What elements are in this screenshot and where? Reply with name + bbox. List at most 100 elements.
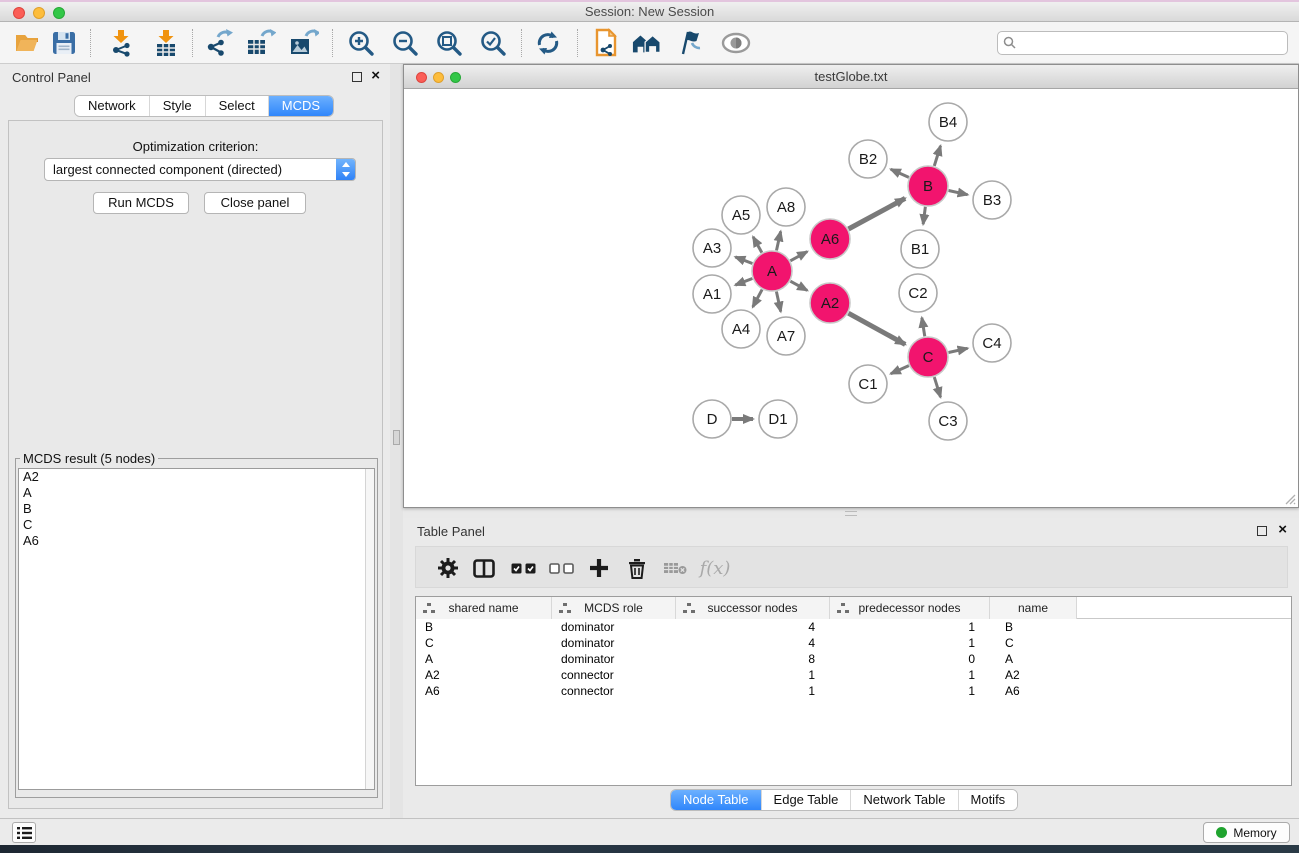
float-panel-icon[interactable] <box>352 72 362 82</box>
table-close-panel-icon[interactable]: × <box>1278 524 1287 536</box>
graph-edge-A-A1[interactable] <box>735 279 752 286</box>
column-header-shared-name[interactable]: shared name <box>416 597 552 619</box>
column-header-mcds-role[interactable]: MCDS role <box>552 597 676 619</box>
hierarchy-icon <box>837 603 849 613</box>
save-session-icon[interactable] <box>49 28 79 58</box>
graph-node-label-C1: C1 <box>858 376 877 393</box>
close-panel-icon[interactable]: × <box>371 70 380 82</box>
result-list-scrollbar[interactable] <box>365 469 374 789</box>
tab-network[interactable]: Network <box>75 96 150 116</box>
close-panel-button[interactable]: Close panel <box>204 192 306 214</box>
deselect-all-icon[interactable] <box>546 555 576 581</box>
delete-column-icon[interactable] <box>622 555 652 581</box>
zoom-selected-icon[interactable] <box>478 28 508 58</box>
table-tabs: Node TableEdge TableNetwork TableMotifs <box>670 789 1018 811</box>
close-window-button[interactable] <box>13 7 25 19</box>
copy-network-icon[interactable] <box>592 28 622 58</box>
export-image-icon[interactable] <box>289 28 319 58</box>
zoom-fit-icon[interactable] <box>434 28 464 58</box>
zoom-in-icon[interactable] <box>346 28 376 58</box>
settings-gear-icon[interactable] <box>433 555 463 581</box>
tab-mcds[interactable]: MCDS <box>269 96 333 116</box>
refresh-icon[interactable] <box>533 28 563 58</box>
run-mcds-button[interactable]: Run MCDS <box>93 192 189 214</box>
panel-divider[interactable] <box>390 64 403 818</box>
graph-edge-A2-C[interactable] <box>848 313 905 344</box>
horizontal-splitter-handle[interactable] <box>845 511 857 516</box>
column-header-predecessor-nodes[interactable]: predecessor nodes <box>830 597 990 619</box>
mcds-result-title: MCDS result (5 nodes) <box>20 451 158 466</box>
style-brush-icon[interactable] <box>676 28 706 58</box>
function-builder-icon[interactable]: f(x) <box>694 555 736 581</box>
tab-style[interactable]: Style <box>150 96 206 116</box>
table-row[interactable]: Cdominator41C <box>416 635 1291 651</box>
graph-node-label-A8: A8 <box>777 199 795 216</box>
table-float-panel-icon[interactable] <box>1257 526 1267 536</box>
tab-node-table[interactable]: Node Table <box>671 790 762 810</box>
select-all-icon[interactable] <box>508 555 538 581</box>
column-header-name[interactable]: name <box>990 597 1077 619</box>
graph-edge-C-C2[interactable] <box>922 318 925 337</box>
toolbar-separator <box>192 29 193 57</box>
graph-edge-A-A8[interactable] <box>776 231 780 250</box>
graph-edge-A6-B[interactable] <box>848 198 905 229</box>
export-table-icon[interactable] <box>246 28 276 58</box>
graph-edge-A-A3[interactable] <box>735 257 752 264</box>
graph-node-label-A1: A1 <box>703 286 721 303</box>
tab-motifs[interactable]: Motifs <box>959 790 1018 810</box>
memory-button[interactable]: Memory <box>1203 822 1290 843</box>
task-history-button[interactable] <box>12 822 36 843</box>
import-table-icon[interactable] <box>151 28 181 58</box>
network-close-button[interactable] <box>416 72 427 83</box>
mcds-result-item[interactable]: A6 <box>19 533 374 549</box>
delete-table-icon[interactable] <box>660 555 690 581</box>
minimize-window-button[interactable] <box>33 7 45 19</box>
table-cell: 1 <box>830 635 990 651</box>
window-titlebar[interactable]: Session: New Session <box>0 2 1299 22</box>
mcds-result-item[interactable]: B <box>19 501 374 517</box>
mcds-result-list[interactable]: A2ABCA6 <box>18 468 375 790</box>
table-cell: A2 <box>990 667 1077 683</box>
graph-edge-C-C3[interactable] <box>934 377 940 397</box>
graph-edge-A-A2[interactable] <box>790 281 807 290</box>
graph-edge-B-B1[interactable] <box>923 207 925 224</box>
show-graphics-details-icon[interactable] <box>721 28 751 58</box>
criterion-dropdown[interactable]: largest connected component (directed) <box>44 158 356 181</box>
window-resize-grip[interactable] <box>1284 493 1296 505</box>
graph-edge-B-B4[interactable] <box>934 146 940 166</box>
zoom-out-icon[interactable] <box>390 28 420 58</box>
table-row[interactable]: Bdominator41B <box>416 619 1291 635</box>
graph-edge-A-A4[interactable] <box>753 290 762 307</box>
tab-select[interactable]: Select <box>206 96 269 116</box>
graph-edge-B-B2[interactable] <box>891 169 909 177</box>
tab-network-table[interactable]: Network Table <box>851 790 958 810</box>
table-row[interactable]: A2connector11A2 <box>416 667 1291 683</box>
graph-edge-C-C1[interactable] <box>891 366 909 374</box>
mcds-result-item[interactable]: C <box>19 517 374 533</box>
graph-edge-C-C4[interactable] <box>949 348 968 352</box>
graph-edge-B-B3[interactable] <box>949 190 968 194</box>
column-header-successor-nodes[interactable]: successor nodes <box>676 597 830 619</box>
show-columns-icon[interactable] <box>469 555 499 581</box>
export-network-icon[interactable] <box>204 28 234 58</box>
graph-edge-A-A7[interactable] <box>776 292 780 312</box>
table-row[interactable]: A6connector11A6 <box>416 683 1291 699</box>
search-input[interactable] <box>997 31 1288 55</box>
network-zoom-button[interactable] <box>450 72 461 83</box>
node-table[interactable]: shared nameMCDS rolesuccessor nodesprede… <box>415 596 1292 786</box>
mcds-result-item[interactable]: A <box>19 485 374 501</box>
network-minimize-button[interactable] <box>433 72 444 83</box>
table-row[interactable]: Adominator80A <box>416 651 1291 667</box>
zoom-window-button[interactable] <box>53 7 65 19</box>
import-network-icon[interactable] <box>106 28 136 58</box>
tab-edge-table[interactable]: Edge Table <box>762 790 852 810</box>
home-icon[interactable] <box>632 28 662 58</box>
divider-handle[interactable] <box>393 430 400 445</box>
graph-edge-A-A6[interactable] <box>790 252 807 261</box>
open-session-icon[interactable] <box>13 28 43 58</box>
add-column-icon[interactable] <box>584 555 614 581</box>
graph-edge-A-A5[interactable] <box>753 237 762 253</box>
network-canvas[interactable]: B4B2BB3A5A8A6A3B1AA1C2A2A4A7C4CC1DD1C3 <box>404 90 1298 507</box>
mcds-result-item[interactable]: A2 <box>19 469 374 485</box>
network-window-titlebar[interactable]: testGlobe.txt <box>404 65 1298 89</box>
